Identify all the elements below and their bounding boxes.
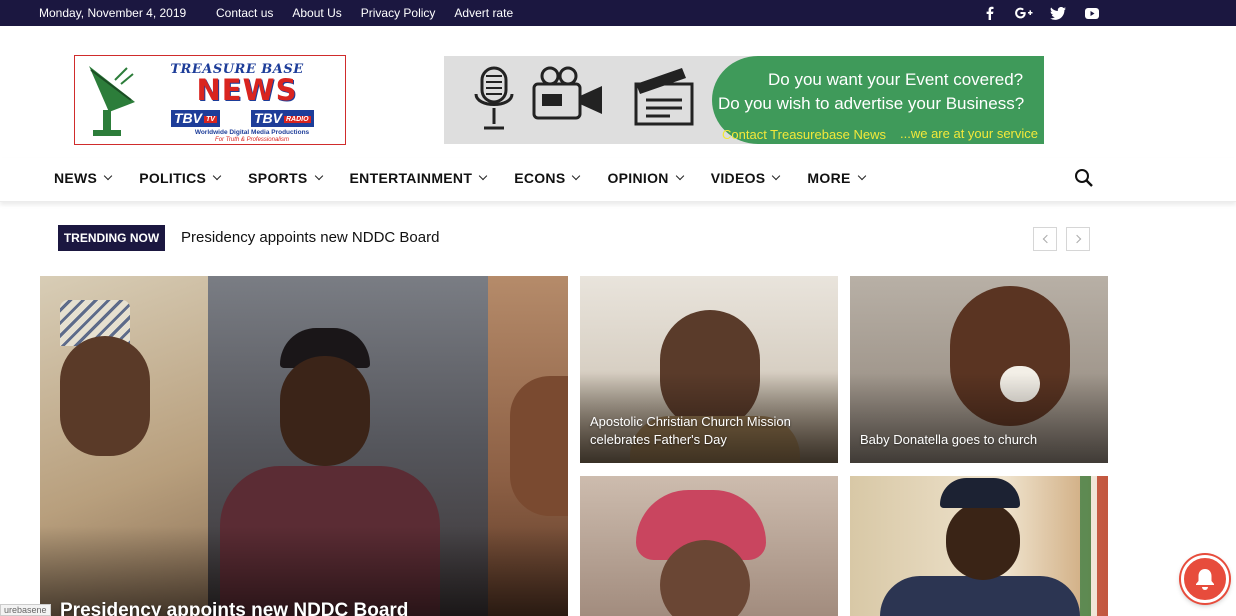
article-title[interactable]: Baby Donatella goes to church [860,431,1090,449]
article-tile[interactable] [850,476,1108,616]
logo-tv-tag: TV [204,115,217,123]
logo-tagline: Worldwide Digital Media Productions [194,129,310,136]
nav-item-videos[interactable]: VIDEOS [710,170,781,186]
search-icon[interactable] [1074,168,1094,188]
main-nav: NEWS POLITICS SPORTS ENTERTAINMENT ECONS… [0,158,1236,202]
chevron-left-icon [1042,234,1052,244]
satellite-dish-icon [89,66,135,136]
photo-detail [60,336,150,456]
chevron-down-icon [103,171,113,181]
site-logo[interactable]: TREASURE BASE NEWS TBV TV TBV RADIO Worldw… [74,55,346,145]
trending-prev-button[interactable] [1033,227,1057,251]
chevron-down-icon [772,171,781,181]
chevron-down-icon [572,171,581,181]
featured-article-title[interactable]: Presidency appoints new NDDC Board [60,600,408,616]
caption-overlay [850,373,1108,463]
trending-headline[interactable]: Presidency appoints new NDDC Board [181,229,439,246]
photo-detail [1080,476,1108,616]
nav-item-label: SPORTS [248,170,308,186]
nav-item-label: POLITICS [139,170,207,186]
advert-banner[interactable]: Do you want your Event covered? Do you w… [444,56,1044,144]
photo-detail [280,356,370,466]
photo-detail [946,502,1020,580]
nav-item-econs[interactable]: ECONS [514,170,581,186]
chevron-down-icon [478,171,488,181]
banner-line-3: Contact Treasurebase News [722,127,887,142]
chevron-down-icon [314,171,323,181]
current-date: Monday, November 4, 2019 [39,6,187,20]
logo-tv-label: TBV [174,110,202,126]
trending-next-button[interactable] [1066,227,1090,251]
photo-detail [880,576,1080,616]
logo-tv-badge: TBV TV [171,110,220,127]
article-tile[interactable]: Apostolic Christian Church Mission celeb… [580,276,838,463]
facebook-icon[interactable] [980,4,1000,22]
youtube-icon[interactable] [1082,4,1102,22]
nav-item-label: OPINION [607,170,669,186]
article-tile[interactable]: Baby Donatella goes to church [850,276,1108,463]
logo-radio-label: TBV [254,110,282,126]
nav-item-sports[interactable]: SPORTS [248,170,323,186]
social-links [980,4,1102,22]
photo-detail [510,376,568,516]
banner-line-2: Do you wish to advertise your Business? [718,94,1025,113]
logo-motto: For Truth & Professionalism [215,137,289,143]
bell-icon [1196,569,1214,590]
microphone-icon [474,66,514,130]
logo-radio-badge: TBV RADIO [251,110,314,127]
nav-item-label: ECONS [514,170,566,186]
top-bar: Monday, November 4, 2019 Contact us Abou… [0,0,1236,26]
chevron-down-icon [675,171,684,181]
status-bar-url: urebasene [0,604,51,616]
nav-item-opinion[interactable]: OPINION [607,170,684,186]
article-tile[interactable] [580,476,838,616]
privacy-policy-link[interactable]: Privacy Policy [361,6,436,20]
article-title[interactable]: Apostolic Christian Church Mission celeb… [590,413,820,449]
google-plus-icon[interactable] [1014,4,1034,22]
top-links: Contact us About Us Privacy Policy Adver… [216,6,513,20]
clapboard-icon [634,68,694,126]
trending-badge: TRENDING NOW [58,225,165,251]
banner-line-4: ...we are at your service [900,126,1038,141]
logo-news: NEWS [196,73,298,107]
nav-item-politics[interactable]: POLITICS [139,170,222,186]
twitter-icon[interactable] [1048,4,1068,22]
notification-bell-button[interactable] [1181,555,1229,603]
nav-item-label: NEWS [54,170,98,186]
nav-item-entertainment[interactable]: ENTERTAINMENT [349,170,488,186]
chevron-right-icon [1072,234,1082,244]
advert-rate-link[interactable]: Advert rate [454,6,513,20]
nav-item-label: ENTERTAINMENT [349,170,473,186]
featured-article[interactable]: Presidency appoints new NDDC Board [40,276,568,616]
banner-line-1: Do you want your Event covered? [768,70,1024,89]
photo-detail [940,478,1020,508]
contact-us-link[interactable]: Contact us [216,6,273,20]
video-camera-icon [532,66,602,120]
nav-item-label: VIDEOS [710,170,766,186]
nav-item-more[interactable]: MORE [807,170,866,186]
about-us-link[interactable]: About Us [292,6,341,20]
logo-radio-tag: RADIO [284,115,311,123]
chevron-down-icon [212,171,222,181]
nav-item-news[interactable]: NEWS [54,170,113,186]
chevron-down-icon [857,171,866,181]
nav-item-label: MORE [807,170,851,186]
